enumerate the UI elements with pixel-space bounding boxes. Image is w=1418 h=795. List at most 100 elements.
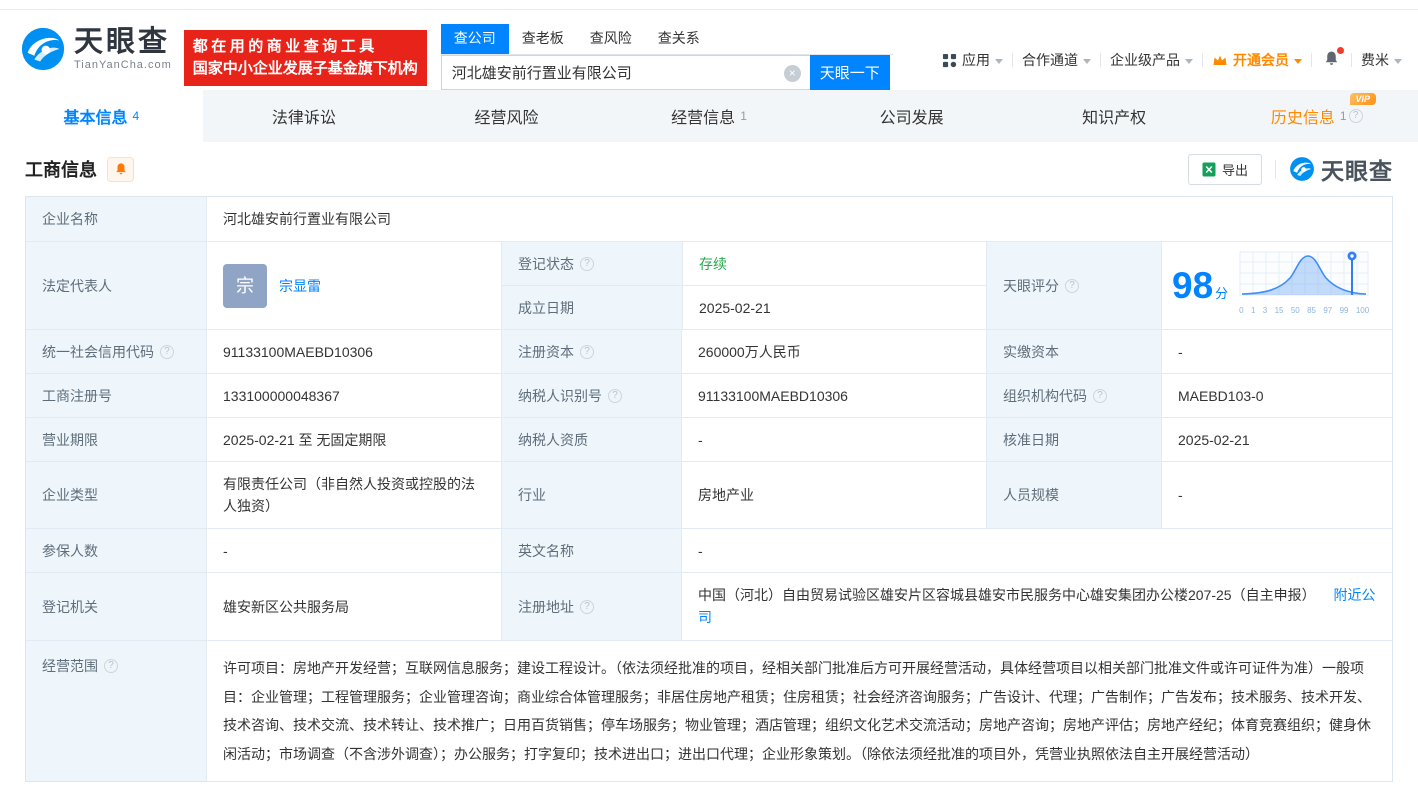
taxpayer-quality-value: -: [681, 418, 986, 461]
main-content: 工商信息 导出: [0, 142, 1418, 782]
search-button[interactable]: 天眼一下: [810, 55, 890, 90]
reg-authority-label: 登记机关: [26, 573, 206, 640]
table-row-business-scope: 经营范围 ? 许可项目：房地产开发经营；互联网信息服务；建设工程设计。（依法须经…: [26, 640, 1392, 781]
help-icon[interactable]: ?: [608, 389, 622, 403]
subscribe-bell-button[interactable]: [107, 157, 134, 182]
top-menu: 应用 合作通道 企业级产品 开通会员: [942, 50, 1402, 70]
menu-divider: [1202, 53, 1203, 67]
table-row-company-name: 企业名称 河北雄安前行置业有限公司: [26, 197, 1392, 241]
tab-intellectual-property[interactable]: 知识产权: [1013, 90, 1216, 142]
business-term-label: 营业期限: [26, 418, 206, 461]
table-row-insured: 参保人数 - 英文名称 -: [26, 528, 1392, 572]
reg-capital-label: 注册资本 ?: [501, 330, 681, 373]
establish-date-value: 2025-02-21: [682, 286, 986, 329]
tick: 3: [1263, 300, 1267, 322]
slogan-line1: 都在用的商业查询工具: [193, 36, 418, 58]
help-icon[interactable]: ?: [580, 345, 594, 359]
search-input-wrap: ×: [441, 55, 810, 90]
business-scope-label: 经营范围 ?: [26, 641, 206, 781]
chevron-down-icon: [1394, 59, 1402, 64]
logo-title: 天眼查: [74, 27, 172, 57]
tab-history-info[interactable]: VIP 历史信息 1 ?: [1215, 90, 1418, 142]
export-button[interactable]: 导出: [1188, 154, 1262, 185]
paid-capital-value: -: [1161, 330, 1392, 373]
staff-size-label: 人员规模: [986, 462, 1161, 528]
chevron-down-icon: [1294, 59, 1302, 64]
insured-num-label: 参保人数: [26, 529, 206, 572]
chart-x-ticks: 0 1 3 15 50 85 97 99 100: [1238, 300, 1370, 322]
industry-label: 行业: [501, 462, 681, 528]
score-unit: 分: [1215, 286, 1228, 301]
menu-partner[interactable]: 合作通道: [1022, 50, 1091, 70]
legal-rep-link[interactable]: 宗显雷: [279, 275, 321, 297]
top-divider: [0, 0, 1418, 10]
label-text: 统一社会信用代码: [42, 341, 154, 363]
industry-value: 房地产业: [681, 462, 986, 528]
menu-user[interactable]: 费米: [1361, 50, 1402, 70]
tab-business-risk[interactable]: 经营风险: [405, 90, 608, 142]
label-text: 注册资本: [518, 341, 574, 363]
bell-icon: [114, 162, 128, 176]
english-name-label: 英文名称: [501, 529, 681, 572]
section-title: 工商信息: [25, 156, 97, 182]
business-info-table: 企业名称 河北雄安前行置业有限公司 法定代表人 宗 宗显雷 登记状态 ? 存续 …: [25, 196, 1393, 782]
english-name-value: -: [681, 529, 1392, 572]
reg-status-row: 登记状态 ? 存续: [502, 242, 986, 285]
tick: 97: [1323, 300, 1332, 322]
legal-rep-value: 宗 宗显雷: [206, 242, 501, 329]
help-icon[interactable]: ?: [160, 345, 174, 359]
menu-divider: [1012, 53, 1013, 67]
bell-curve-chart: [1238, 249, 1370, 299]
score-value: 98分 0 1 3: [1161, 242, 1392, 329]
menu-open-vip[interactable]: 开通会员: [1212, 50, 1302, 70]
help-icon[interactable]: ?: [580, 600, 594, 614]
tianyancha-logo-icon: [1289, 156, 1315, 182]
legal-rep-avatar[interactable]: 宗: [223, 264, 267, 308]
search-tab-relation[interactable]: 查关系: [645, 24, 713, 54]
help-icon[interactable]: ?: [104, 659, 118, 673]
help-icon[interactable]: ?: [580, 257, 594, 271]
credit-code-value: 91133100MAEBD10306: [206, 330, 501, 373]
search-tab-company[interactable]: 查公司: [441, 24, 509, 54]
tab-label: 历史信息: [1271, 104, 1335, 128]
menu-divider: [1100, 53, 1101, 67]
tab-company-development[interactable]: 公司发展: [810, 90, 1013, 142]
menu-apps[interactable]: 应用: [942, 50, 1003, 70]
help-icon[interactable]: ?: [1065, 279, 1079, 293]
tab-count: 4: [132, 109, 139, 123]
tianyancha-logo[interactable]: 天眼查 TianYanCha.com: [20, 26, 172, 72]
reg-address-label: 注册地址 ?: [501, 573, 681, 640]
reg-no-label: 工商注册号: [26, 374, 206, 417]
company-name-label: 企业名称: [26, 197, 206, 241]
search-row: × 天眼一下: [441, 55, 893, 90]
tab-legal-lawsuits[interactable]: 法律诉讼: [203, 90, 406, 142]
score-number: 98: [1172, 265, 1213, 306]
business-scope-value: 许可项目：房地产开发经营；互联网信息服务；建设工程设计。（依法须经批准的项目，经…: [206, 641, 1392, 781]
company-nav-tabs: 基本信息 4 法律诉讼 经营风险 经营信息 1 公司发展 知识产权 VIP 历史…: [0, 90, 1418, 142]
paid-capital-label: 实缴资本: [986, 330, 1161, 373]
search-tab-risk[interactable]: 查风险: [577, 24, 645, 54]
tab-basic-info[interactable]: 基本信息 4: [0, 90, 203, 142]
search-input[interactable]: [442, 56, 810, 89]
table-row-business-term: 营业期限 2025-02-21 至 无固定期限 纳税人资质 - 核准日期 202…: [26, 417, 1392, 461]
tick: 99: [1340, 300, 1349, 322]
insured-num-value: -: [206, 529, 501, 572]
search-tab-boss[interactable]: 查老板: [509, 24, 577, 54]
menu-vip-label: 开通会员: [1233, 50, 1289, 70]
search-area: 查公司 查老板 查风险 查关系 × 天眼一下: [441, 24, 893, 90]
tick: 100: [1356, 300, 1369, 322]
menu-user-label: 费米: [1361, 50, 1389, 70]
establish-date-row: 成立日期 2025-02-21: [502, 285, 986, 329]
reg-no-value: 133100000048367: [206, 374, 501, 417]
tab-business-info[interactable]: 经营信息 1: [608, 90, 811, 142]
apps-grid-icon: [942, 53, 957, 68]
help-icon[interactable]: ?: [1093, 389, 1107, 403]
clear-icon[interactable]: ×: [784, 65, 801, 82]
notification-bell[interactable]: [1323, 50, 1340, 70]
menu-enterprise[interactable]: 企业级产品: [1110, 50, 1193, 70]
tab-label: 知识产权: [1082, 104, 1146, 128]
help-icon[interactable]: ?: [1349, 109, 1363, 123]
watermark-logo: 天眼查: [1289, 152, 1393, 186]
tab-label: 基本信息: [63, 104, 127, 128]
menu-divider: [1351, 53, 1352, 67]
